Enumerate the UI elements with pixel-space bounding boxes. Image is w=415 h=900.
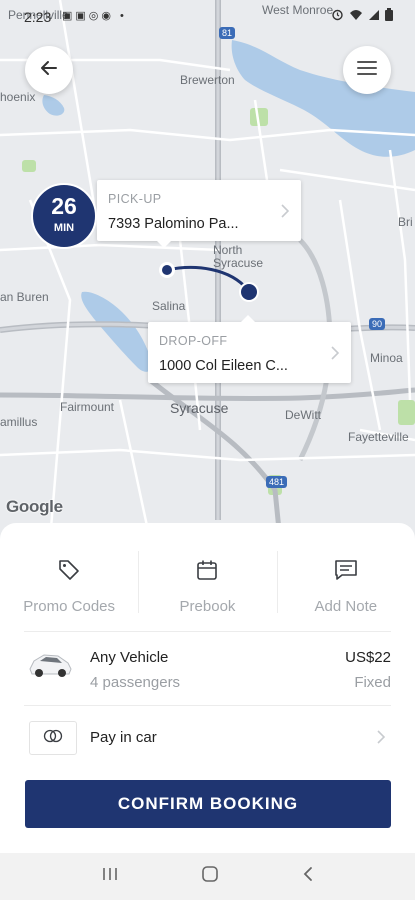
system-status-icons	[331, 8, 393, 26]
car-icon	[26, 647, 74, 686]
recent-apps-button[interactable]	[101, 866, 119, 887]
prebook-label: Prebook	[179, 598, 236, 615]
wifi-icon	[349, 8, 363, 26]
signal-icon	[368, 8, 380, 26]
add-note-button[interactable]: Add Note	[276, 551, 415, 621]
dropoff-card[interactable]: DROP-OFF 1000 Col Eileen C...	[148, 315, 351, 383]
chevron-right-icon	[331, 346, 340, 365]
eta-unit: MIN	[53, 222, 75, 234]
home-button[interactable]	[201, 865, 219, 888]
chevron-right-icon	[377, 730, 386, 749]
system-back-button[interactable]	[302, 866, 314, 887]
google-logo: Google	[6, 497, 63, 516]
note-icon	[277, 556, 415, 584]
pickup-address: 7393 Palomino Pa...	[108, 216, 239, 232]
eta-value: 26	[51, 193, 77, 219]
notification-icons: ▣▣◎◉ •	[62, 10, 127, 22]
vehicle-passengers: 4 passengers	[90, 674, 181, 691]
alarm-icon	[331, 8, 344, 26]
hamburger-menu-icon	[357, 60, 377, 81]
vehicle-name: Any Vehicle	[90, 649, 169, 666]
payment-icon-box	[29, 721, 77, 755]
promo-codes-label: Promo Codes	[23, 598, 116, 615]
status-time: 2:23	[24, 9, 52, 25]
divider	[24, 631, 391, 632]
payment-method-row[interactable]: Pay in car	[0, 718, 415, 758]
tag-icon	[0, 556, 138, 584]
fare-price: US$22	[345, 649, 391, 666]
pickup-label: PICK-UP	[108, 192, 162, 206]
confirm-booking-button[interactable]: CONFIRM BOOKING	[25, 780, 391, 828]
pickup-card[interactable]: PICK-UP 7393 Palomino Pa...	[97, 180, 301, 248]
back-button[interactable]	[25, 46, 73, 94]
add-note-label: Add Note	[314, 598, 378, 615]
prebook-button[interactable]: Prebook	[138, 551, 276, 621]
vehicle-option[interactable]: Any Vehicle 4 passengers US$22 Fixed	[0, 633, 415, 703]
dropoff-address: 1000 Col Eileen C...	[159, 358, 288, 374]
battery-icon	[385, 8, 393, 26]
booking-sheet: Promo Codes Prebook Add Note Any Vehicle	[0, 523, 415, 853]
dropoff-label: DROP-OFF	[159, 334, 228, 348]
menu-button[interactable]	[343, 46, 391, 94]
dropoff-card-pointer	[241, 315, 255, 322]
system-navigation-bar	[0, 853, 415, 900]
quick-actions: Promo Codes Prebook Add Note	[0, 551, 415, 621]
payment-method-label: Pay in car	[90, 729, 157, 746]
promo-codes-button[interactable]: Promo Codes	[0, 551, 138, 621]
eta-badge: 26 MIN	[31, 183, 97, 249]
chevron-right-icon	[281, 204, 290, 223]
status-bar: 2:23 ▣▣◎◉ •	[0, 0, 415, 32]
cash-toggle-icon	[42, 729, 64, 748]
arrow-left-icon	[39, 58, 59, 83]
calendar-icon	[138, 556, 276, 584]
pickup-card-pointer	[157, 241, 171, 248]
fare-type: Fixed	[354, 674, 391, 691]
divider	[24, 705, 391, 706]
